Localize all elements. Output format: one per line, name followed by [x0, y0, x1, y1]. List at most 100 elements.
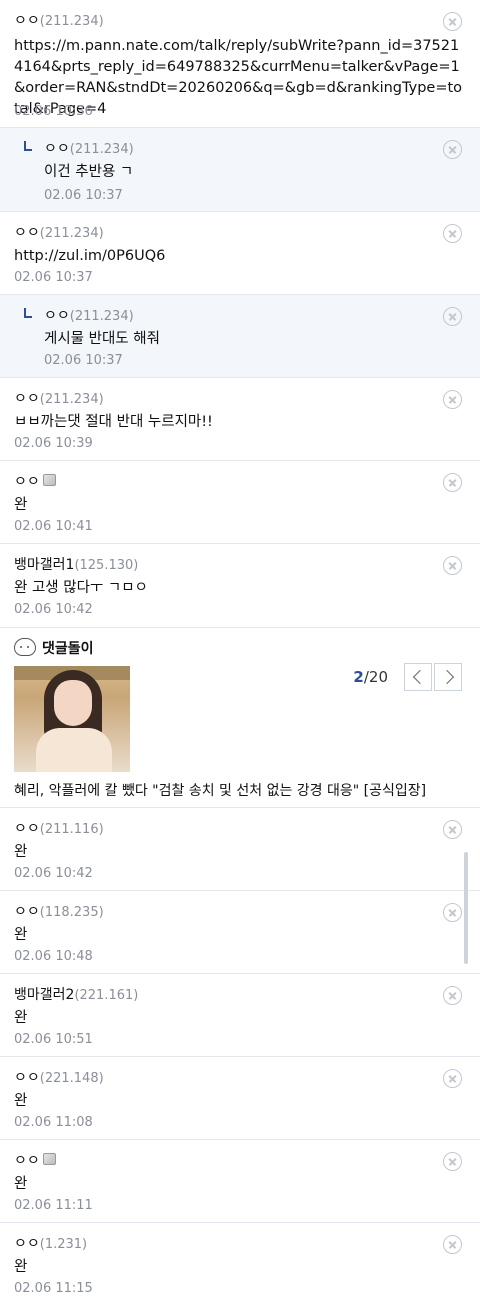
delete-comment-button[interactable]	[443, 1235, 462, 1254]
comment-date: 02.06 11:15	[14, 1281, 93, 1296]
comment-header: 뱅마갤러2(221.161)	[14, 986, 138, 1005]
comment-body: ㅂㅂ까는댓 절대 반대 누르지마!!	[14, 414, 213, 430]
comment-body: 완	[14, 1259, 28, 1275]
comment-item: ㅇㅇ(1.231) 완 02.06 11:15	[0, 1223, 480, 1304]
comment-header: ㅇㅇ	[14, 473, 56, 491]
comment-date: 02.06 10:37	[44, 188, 123, 203]
comment-nickname[interactable]: ㅇㅇ	[14, 225, 40, 241]
comment-header: ㅇㅇ(211.234)	[14, 390, 104, 409]
banner-title: 댓글돌이	[42, 641, 94, 657]
reply-item: ㅇㅇ(211.234) 게시물 반대도 해줘 02.06 10:37	[0, 295, 480, 378]
comment-header: 뱅마갤러1(125.130)	[14, 556, 138, 575]
comment-nickname[interactable]: ㅇㅇ	[14, 13, 40, 29]
comment-body[interactable]: http://zul.im/0P6UQ6	[14, 246, 466, 267]
comment-nickname[interactable]: ㅇㅇ	[14, 904, 40, 920]
comment-nickname[interactable]: ㅇㅇ	[44, 141, 70, 157]
pager-current: 2	[353, 668, 364, 686]
reply-item: ㅇㅇ(211.234) 이건 추반용 ㄱ 02.06 10:37	[0, 128, 480, 212]
comment-body: 게시물 반대도 해줘	[44, 331, 160, 347]
reply-arrow-icon	[24, 308, 32, 318]
comment-item: ㅇㅇ(211.234) https://m.pann.nate.com/talk…	[0, 0, 480, 128]
delete-comment-button[interactable]	[443, 1152, 462, 1171]
recommended-news-banner: 댓글돌이 2/20 혜리, 악플러에 칼 뺐다 "검찰 송치 및 선처 없는 강…	[0, 628, 480, 808]
delete-comment-button[interactable]	[443, 140, 462, 159]
comment-ip: (125.130)	[74, 558, 139, 573]
comment-header: ㅇㅇ(211.234)	[14, 12, 104, 31]
comment-item: ㅇㅇ(221.148) 완 02.06 11:08	[0, 1057, 480, 1140]
comment-item: ㅇㅇ(211.116) 완 02.06 10:42	[0, 808, 480, 891]
comment-nickname[interactable]: ㅇㅇ	[14, 1236, 40, 1252]
mascot-icon	[14, 638, 36, 656]
comment-body: 완	[14, 1176, 28, 1192]
comment-body: 완	[14, 844, 28, 860]
scrollbar[interactable]	[464, 852, 468, 964]
banner-pager: 2/20	[353, 668, 388, 686]
news-thumbnail[interactable]	[14, 666, 130, 772]
comment-item: ㅇㅇ 완 02.06 10:41	[0, 461, 480, 544]
comment-ip: (211.234)	[69, 309, 134, 324]
comment-ip: (211.234)	[39, 226, 104, 241]
comment-item: 뱅마갤러2(221.161) 완 02.06 10:51	[0, 974, 480, 1057]
delete-comment-button[interactable]	[443, 903, 462, 922]
comment-ip: (211.234)	[69, 142, 134, 157]
comment-nickname[interactable]: ㅇㅇ	[44, 308, 70, 324]
comment-body: 완 고생 많다ㅜ ㄱㅁㅇ	[14, 580, 148, 596]
delete-comment-button[interactable]	[443, 307, 462, 326]
comment-date: 02.06 10:37	[44, 353, 123, 368]
comment-header: ㅇㅇ(211.234)	[44, 140, 134, 159]
comment-date: 02.06 10:42	[14, 602, 93, 617]
member-badge-icon	[42, 1153, 56, 1165]
comment-ip: (1.231)	[39, 1237, 88, 1252]
delete-comment-button[interactable]	[443, 556, 462, 575]
comment-header: ㅇㅇ(1.231)	[14, 1235, 87, 1254]
comment-header: ㅇㅇ	[14, 1152, 56, 1170]
delete-comment-button[interactable]	[443, 12, 462, 31]
comment-date: 02.06 10:36	[14, 104, 93, 119]
delete-comment-button[interactable]	[443, 390, 462, 409]
comment-nickname[interactable]: ㅇㅇ	[14, 391, 40, 407]
comment-header: ㅇㅇ(211.234)	[44, 307, 134, 326]
comment-header: ㅇㅇ(211.234)	[14, 224, 104, 243]
comment-body: 완	[14, 497, 28, 513]
comment-item: 뱅마갤러1(125.130) 완 고생 많다ㅜ ㄱㅁㅇ 02.06 10:42	[0, 544, 480, 628]
delete-comment-button[interactable]	[443, 473, 462, 492]
comment-body: 완	[14, 1093, 28, 1109]
comment-ip: (211.234)	[39, 392, 104, 407]
news-headline-link[interactable]: 혜리, 악플러에 칼 뺐다 "검찰 송치 및 선처 없는 강경 대응" [공식입…	[14, 780, 426, 800]
next-button[interactable]	[434, 663, 462, 691]
comment-header: ㅇㅇ(118.235)	[14, 903, 104, 922]
comment-nickname[interactable]: ㅇㅇ	[14, 1153, 40, 1169]
delete-comment-button[interactable]	[443, 986, 462, 1005]
comment-nickname[interactable]: ㅇㅇ	[14, 474, 40, 490]
comment-ip: (221.161)	[74, 988, 139, 1003]
comment-ip: (211.234)	[39, 14, 104, 29]
comment-body: 완	[14, 1010, 28, 1026]
comment-date: 02.06 11:11	[14, 1198, 93, 1213]
delete-comment-button[interactable]	[443, 224, 462, 243]
comment-item: ㅇㅇ(118.235) 완 02.06 10:48	[0, 891, 480, 974]
member-badge-icon	[42, 474, 56, 486]
comment-header: ㅇㅇ(211.116)	[14, 820, 104, 839]
comment-date: 02.06 11:08	[14, 1115, 93, 1130]
comment-item: ㅇㅇ 완 02.06 11:11	[0, 1140, 480, 1223]
comment-nickname[interactable]: ㅇㅇ	[14, 1070, 40, 1086]
delete-comment-button[interactable]	[443, 1069, 462, 1088]
prev-button[interactable]	[404, 663, 432, 691]
comment-ip: (221.148)	[39, 1071, 104, 1086]
pager-total: /20	[363, 668, 388, 686]
delete-comment-button[interactable]	[443, 820, 462, 839]
comment-nickname[interactable]: ㅇㅇ	[14, 821, 40, 837]
comment-item: ㅇㅇ(211.234) http://zul.im/0P6UQ6 02.06 1…	[0, 212, 480, 295]
comment-nickname[interactable]: 뱅마갤러2	[14, 987, 74, 1003]
comment-date: 02.06 10:51	[14, 1032, 93, 1047]
comment-nickname[interactable]: 뱅마갤러1	[14, 557, 74, 573]
reply-arrow-icon	[24, 141, 32, 151]
comment-date: 02.06 10:39	[14, 436, 93, 451]
comment-ip: (211.116)	[39, 822, 104, 837]
comment-date: 02.06 10:48	[14, 949, 93, 964]
comment-date: 02.06 10:42	[14, 866, 93, 881]
comment-body: 이건 추반용 ㄱ	[44, 164, 134, 180]
comment-header: ㅇㅇ(221.148)	[14, 1069, 104, 1088]
comment-date: 02.06 10:37	[14, 270, 93, 285]
comment-item: ㅇㅇ(211.234) ㅂㅂ까는댓 절대 반대 누르지마!! 02.06 10:…	[0, 378, 480, 461]
